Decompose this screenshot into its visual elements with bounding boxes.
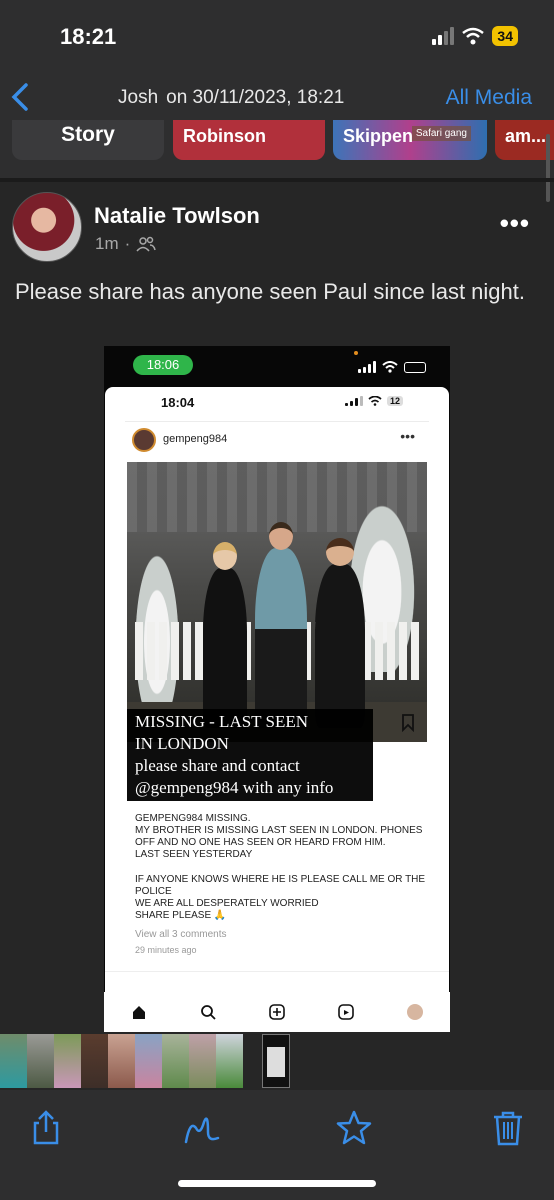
bookmark-icon xyxy=(402,714,414,732)
meta-separator: · xyxy=(124,234,131,253)
top-bar: 18:21 34 Josh on 30/11/2023, 18:21 All Me… xyxy=(0,0,554,202)
embedded-status-icons xyxy=(358,361,426,373)
markup-icon xyxy=(184,1117,220,1144)
photo-person xyxy=(315,538,365,728)
thumbnail[interactable] xyxy=(135,1034,162,1088)
cellular-signal-icon xyxy=(358,361,376,373)
post-text: Please share has anyone seen Paul since … xyxy=(15,279,525,304)
overlay-line: MISSING - LAST SEEN xyxy=(135,712,309,731)
overlay-line: please share and contact xyxy=(135,756,300,775)
view-comments-link: View all 3 comments xyxy=(135,929,227,940)
thumbnail-selected[interactable] xyxy=(262,1034,290,1088)
post-age: 29 minutes ago xyxy=(135,945,197,955)
more-horizontal-icon: ••• xyxy=(400,428,415,444)
story-tag: Safari gang xyxy=(411,126,471,141)
thumbnail[interactable] xyxy=(81,1034,108,1088)
wifi-icon xyxy=(462,27,485,45)
status-icons: 34 xyxy=(432,26,518,46)
divider xyxy=(105,971,449,972)
cellular-signal-icon xyxy=(344,396,363,406)
trash-icon xyxy=(494,1111,522,1146)
missing-overlay-text: MISSING - LAST SEEN IN LONDON please sha… xyxy=(127,709,373,801)
thumbnail[interactable] xyxy=(162,1034,189,1088)
stories-strip: Story Robinson Skippen Safari gang am... xyxy=(0,120,554,164)
battery-indicator: 34 xyxy=(492,26,518,46)
caption-line: SHARE PLEASE 🙏 xyxy=(135,910,227,921)
back-button[interactable] xyxy=(10,82,30,120)
profile-icon xyxy=(407,1004,424,1020)
share-button[interactable] xyxy=(26,1108,66,1148)
caption-line: LAST SEEN YESTERDAY xyxy=(135,849,253,860)
thumbnail[interactable] xyxy=(54,1034,81,1088)
wifi-icon xyxy=(368,396,382,406)
caption-line: gempeng984 MISSING. xyxy=(135,813,251,824)
search-icon xyxy=(200,1005,216,1020)
caption-line: MY BROTHER IS MISSING LAST SEEN IN LONDO… xyxy=(135,825,423,848)
post-author[interactable]: Natalie Towlson xyxy=(94,203,260,229)
story-item[interactable]: Story xyxy=(12,120,164,160)
star-icon xyxy=(336,1110,372,1145)
divider xyxy=(0,178,554,182)
story-item[interactable]: Robinson xyxy=(173,120,325,160)
scrollbar[interactable] xyxy=(546,134,550,202)
inner-battery: 12 xyxy=(386,396,403,406)
contact-name: Josh xyxy=(118,87,159,108)
photo-person xyxy=(255,522,307,728)
group-photo xyxy=(127,462,427,742)
thumbnail[interactable] xyxy=(189,1034,216,1088)
story-item[interactable]: Skippen Safari gang xyxy=(333,120,487,160)
post-meta: 1m · xyxy=(95,234,157,254)
delete-button[interactable] xyxy=(488,1108,528,1148)
post-time: 1m xyxy=(95,234,119,253)
overlay-line: @gempeng984 with any info xyxy=(135,778,334,797)
instagram-tab-bar xyxy=(104,992,450,1032)
thumbnail[interactable] xyxy=(108,1034,135,1088)
post-caption: gempeng984 MISSING. MY BROTHER IS MISSIN… xyxy=(135,813,435,922)
call-time-pill: 18:06 xyxy=(133,355,193,375)
share-icon xyxy=(33,1110,59,1145)
divider xyxy=(125,421,429,422)
thumbnail[interactable] xyxy=(0,1034,27,1088)
instagram-username: gempeng984 xyxy=(163,433,228,445)
avatar[interactable] xyxy=(12,192,82,262)
avatar xyxy=(132,428,156,452)
media-thumbnail-strip xyxy=(0,1034,554,1088)
message-datetime: on 30/11/2023, 18:21 xyxy=(166,87,345,108)
home-indicator[interactable] xyxy=(178,1180,376,1187)
thumbnail[interactable] xyxy=(216,1034,243,1088)
inner-status-icons: 12 xyxy=(344,396,403,406)
all-media-button[interactable]: All Media xyxy=(446,86,532,110)
add-post-icon xyxy=(269,1004,285,1020)
home-icon xyxy=(132,1006,145,1019)
instagram-post-card: 18:04 12 gempeng984 ••• MISSING - LAST S… xyxy=(105,387,449,1001)
privacy-dot xyxy=(354,351,358,355)
more-horizontal-icon[interactable]: ••• xyxy=(500,208,530,239)
thumbnail[interactable] xyxy=(27,1034,54,1088)
cellular-signal-icon xyxy=(432,27,455,45)
shared-image[interactable]: 18:06 18:04 12 gempeng984 ••• MISSING - … xyxy=(104,346,450,1032)
inner-status-time: 18:04 xyxy=(161,395,195,410)
overlay-line: IN LONDON xyxy=(135,734,229,753)
status-time: 18:21 xyxy=(60,24,117,49)
favorite-button[interactable] xyxy=(334,1108,374,1148)
caption-line: WE ARE ALL DESPERATELY WORRIED xyxy=(135,898,319,909)
friends-icon xyxy=(136,236,157,252)
wifi-icon xyxy=(382,361,398,373)
nav-title: Josh on 30/11/2023, 18:21 xyxy=(118,87,344,109)
story-label: Skippen xyxy=(343,126,414,146)
reels-icon xyxy=(338,1004,354,1020)
caption-line: IF ANYONE KNOWS WHERE HE IS PLEASE CALL … xyxy=(135,874,426,897)
photo-person xyxy=(203,542,247,728)
battery-icon xyxy=(404,361,426,373)
markup-button[interactable] xyxy=(182,1108,222,1148)
chevron-left-icon xyxy=(11,83,28,111)
